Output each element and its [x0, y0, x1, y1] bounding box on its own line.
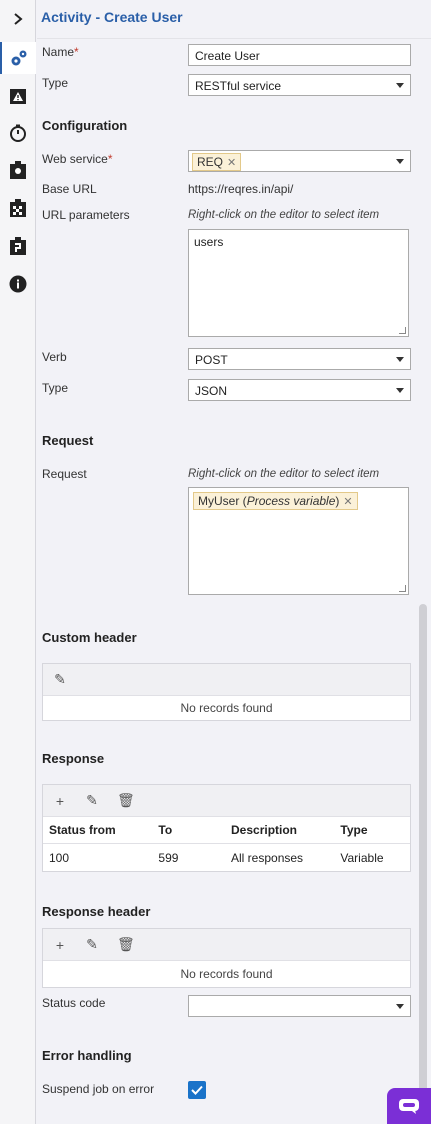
request-label: Request [42, 467, 87, 481]
location-icon [10, 161, 26, 179]
web-service-select[interactable]: REQ ✕ [188, 150, 411, 172]
status-code-label: Status code [42, 996, 106, 1010]
sidebar-item-location[interactable] [0, 154, 36, 186]
resize-handle[interactable] [399, 585, 406, 592]
request-variable-chip: MyUser (Process variable) ✕ [193, 492, 358, 510]
base-url-label: Base URL [42, 182, 97, 196]
cell-type: Variable [340, 850, 384, 865]
content-type-label: Type [42, 381, 69, 395]
column-type[interactable]: Type [335, 823, 410, 837]
plus-icon[interactable]: + [53, 937, 67, 953]
grid-header-row: Status from To Description Type [43, 817, 410, 844]
response-grid: + ✎ 🗑 Status from To Description Type 10… [42, 784, 411, 872]
response-header-grid: + ✎ 🗑 No records found [42, 928, 411, 988]
trash-icon[interactable]: 🗑 [117, 792, 135, 809]
column-to[interactable]: To [153, 823, 226, 837]
empty-message: No records found [180, 701, 273, 715]
cell-status-from: 100 [49, 850, 70, 865]
required-mark: * [74, 45, 79, 59]
chevron-down-icon [396, 1004, 404, 1009]
plus-icon[interactable]: + [53, 793, 67, 809]
name-label: Name* [42, 45, 79, 59]
request-heading: Request [42, 433, 94, 448]
verb-select[interactable]: POST [188, 348, 411, 370]
grid-toolbar: + ✎ 🗑 [43, 785, 410, 817]
error-handling-heading: Error handling [42, 1048, 132, 1063]
verb-select-value: POST [195, 353, 228, 367]
request-hint: Right-click on the editor to select item [188, 468, 380, 480]
sidebar-item-finish[interactable] [0, 192, 36, 224]
table-row[interactable]: 100 599 All responses Variable [43, 844, 410, 871]
response-heading: Response [42, 751, 105, 766]
pencil-icon[interactable]: ✎ [85, 936, 99, 953]
response-header-heading: Response header [42, 904, 151, 919]
web-service-label: Web service* [42, 152, 113, 166]
warning-icon [10, 89, 26, 104]
left-toolbar [0, 0, 36, 1124]
column-status-from[interactable]: Status from [43, 823, 153, 837]
web-service-chip: REQ ✕ [192, 153, 242, 171]
info-icon [9, 275, 27, 293]
timer-icon [10, 124, 26, 142]
remove-chip-icon[interactable]: ✕ [227, 156, 236, 169]
checkmark-icon [191, 1085, 203, 1095]
chevron-right-icon [14, 13, 23, 25]
url-parameters-label: URL parameters [42, 208, 130, 222]
suspend-job-label: Suspend job on error [42, 1082, 155, 1096]
grid-toolbar: ✎ [43, 664, 410, 696]
sidebar-item-settings[interactable] [0, 42, 36, 74]
type-select[interactable]: RESTful service [188, 74, 411, 96]
content-type-value: JSON [195, 384, 228, 398]
chevron-down-icon [396, 83, 404, 88]
resize-handle[interactable] [399, 327, 406, 334]
chevron-down-icon [396, 357, 404, 362]
cell-description: All responses [231, 850, 304, 865]
custom-header-grid: ✎ No records found [42, 663, 411, 721]
sidebar-item-info[interactable] [0, 268, 36, 300]
type-label: Type [42, 76, 69, 90]
empty-message: No records found [180, 967, 273, 981]
name-field[interactable]: Create User [188, 44, 411, 66]
content-type-select[interactable]: JSON [188, 379, 411, 401]
clipboard-icon [10, 237, 26, 255]
type-select-value: RESTful service [195, 79, 282, 93]
url-parameters-text: users [194, 235, 224, 249]
required-mark: * [107, 152, 113, 166]
cell-to: 599 [158, 850, 179, 865]
page-title: Activity - Create User [41, 9, 183, 25]
suspend-job-checkbox[interactable] [188, 1081, 206, 1099]
expand-panel-button[interactable] [0, 0, 36, 38]
url-parameters-editor[interactable]: users [188, 229, 409, 337]
pencil-icon[interactable]: ✎ [53, 671, 67, 688]
trash-icon[interactable]: 🗑 [117, 936, 135, 953]
verb-label: Verb [42, 350, 67, 364]
column-description[interactable]: Description [226, 823, 335, 837]
scrollbar[interactable] [419, 604, 427, 1114]
sidebar-item-clipboard[interactable] [0, 230, 36, 262]
base-url-value: https://reqres.in/api/ [188, 182, 294, 196]
chevron-down-icon [396, 159, 404, 164]
settings-icon [11, 50, 27, 66]
checkered-flag-icon [10, 199, 26, 217]
request-editor[interactable]: MyUser (Process variable) ✕ [188, 487, 409, 595]
chevron-down-icon [396, 388, 404, 393]
configuration-heading: Configuration [42, 118, 128, 133]
chat-icon [399, 1099, 419, 1114]
status-code-select[interactable] [188, 995, 411, 1017]
url-parameters-hint: Right-click on the editor to select item [188, 209, 380, 221]
sidebar-item-warnings[interactable] [0, 80, 36, 112]
chat-button[interactable] [387, 1088, 431, 1124]
grid-toolbar: + ✎ 🗑 [43, 929, 410, 961]
pencil-icon[interactable]: ✎ [85, 792, 99, 809]
custom-header-heading: Custom header [42, 630, 137, 645]
remove-chip-icon[interactable]: ✕ [343, 495, 352, 508]
properties-panel: Activity - Create User Name* Create User… [37, 0, 431, 1124]
sidebar-item-timer[interactable] [0, 117, 36, 149]
